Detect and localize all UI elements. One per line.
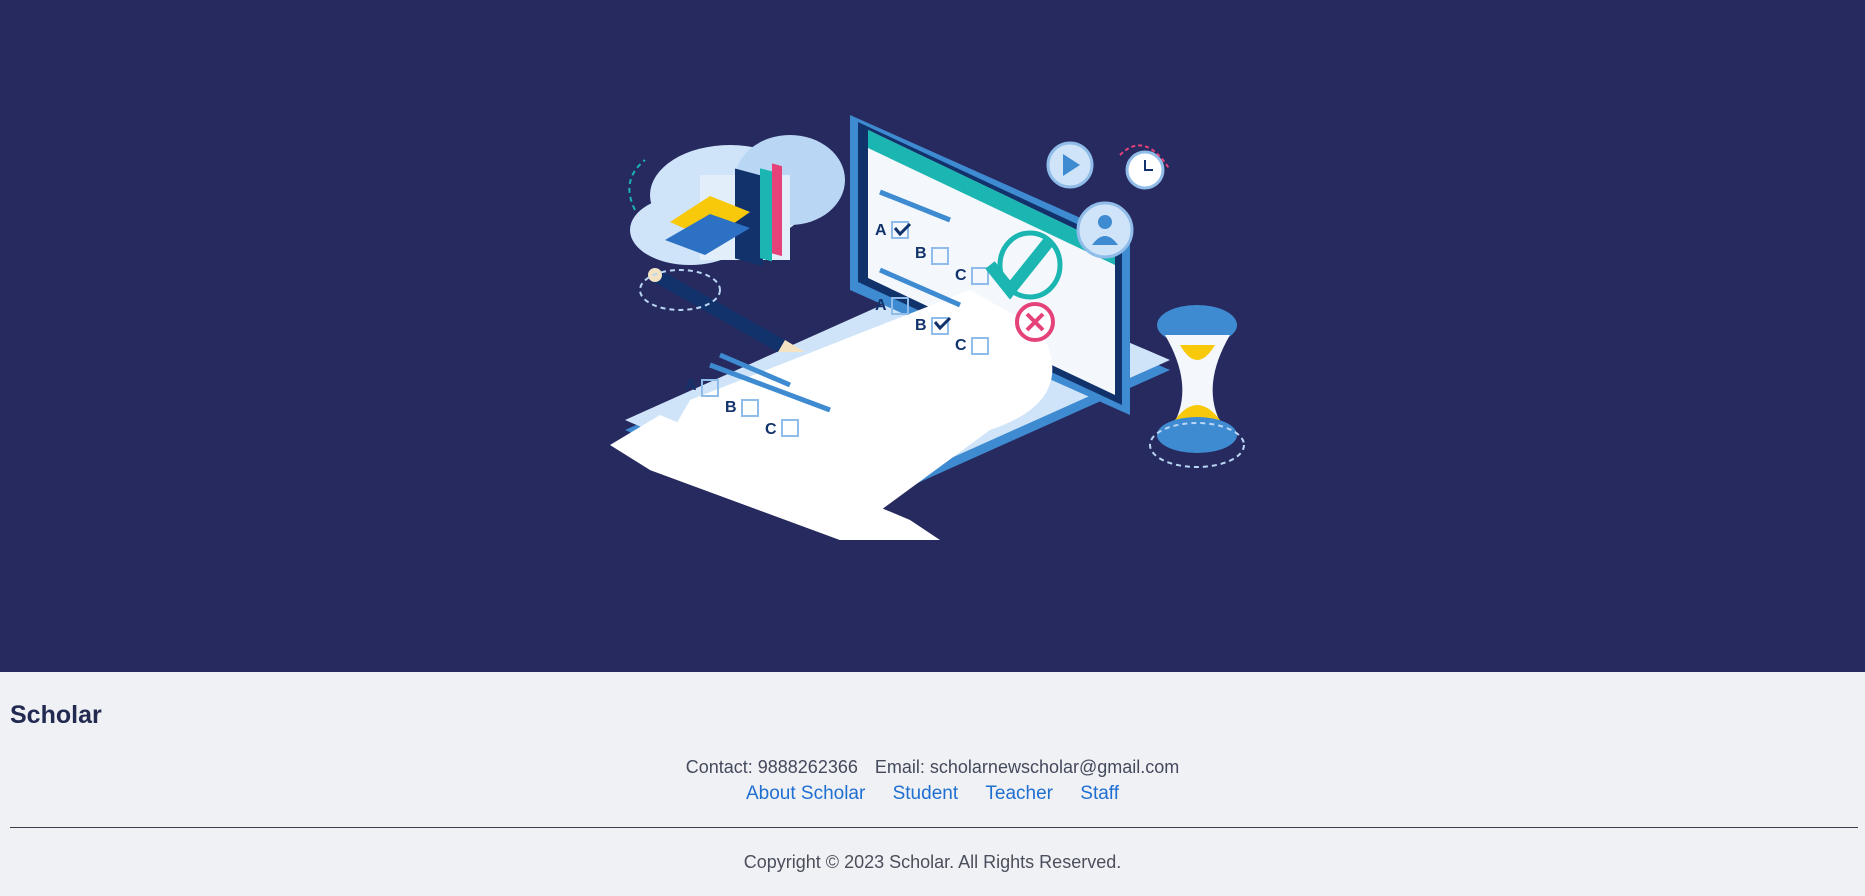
pencil-icon bbox=[639, 268, 805, 352]
teacher-link[interactable]: Teacher bbox=[985, 783, 1053, 804]
play-circle-icon bbox=[1046, 141, 1094, 189]
option-label: C bbox=[955, 267, 967, 284]
option-label: A bbox=[685, 377, 697, 394]
hourglass-icon bbox=[1149, 305, 1245, 468]
footer-divider bbox=[10, 827, 1858, 828]
cross-badge-icon bbox=[1015, 302, 1055, 342]
staff-link[interactable]: Staff bbox=[1080, 783, 1119, 804]
site-footer: Scholar Contact: 9888262366 Email: schol… bbox=[0, 672, 1865, 896]
contact-email: Email: scholarnewscholar@gmail.com bbox=[874, 757, 1180, 777]
copyright-text: Copyright © 2023 Scholar. All Rights Res… bbox=[743, 852, 1122, 872]
user-circle-icon bbox=[1076, 201, 1134, 259]
about-scholar-link[interactable]: About Scholar bbox=[746, 783, 865, 804]
footer-brand: Scholar bbox=[10, 701, 102, 729]
hero-section: A B C A B C A B C bbox=[0, 0, 1865, 672]
option-label: B bbox=[725, 399, 737, 416]
contact-phone: Contact: 9888262366 bbox=[685, 757, 858, 777]
footer-links: About Scholar Student Teacher Staff bbox=[0, 783, 1865, 805]
option-label: B bbox=[915, 317, 927, 334]
online-exam-illustration: A B C A B C A B C bbox=[610, 115, 1245, 540]
option-label: C bbox=[765, 421, 777, 438]
option-label: B bbox=[915, 245, 927, 262]
contact-info: Contact: 9888262366 Email: scholarnewsch… bbox=[0, 757, 1865, 778]
student-link[interactable]: Student bbox=[893, 783, 959, 804]
cloud-books-icon bbox=[628, 135, 845, 266]
option-label: A bbox=[875, 297, 887, 314]
clock-icon bbox=[1119, 144, 1171, 190]
option-label: A bbox=[875, 222, 887, 239]
option-label: C bbox=[955, 337, 967, 354]
